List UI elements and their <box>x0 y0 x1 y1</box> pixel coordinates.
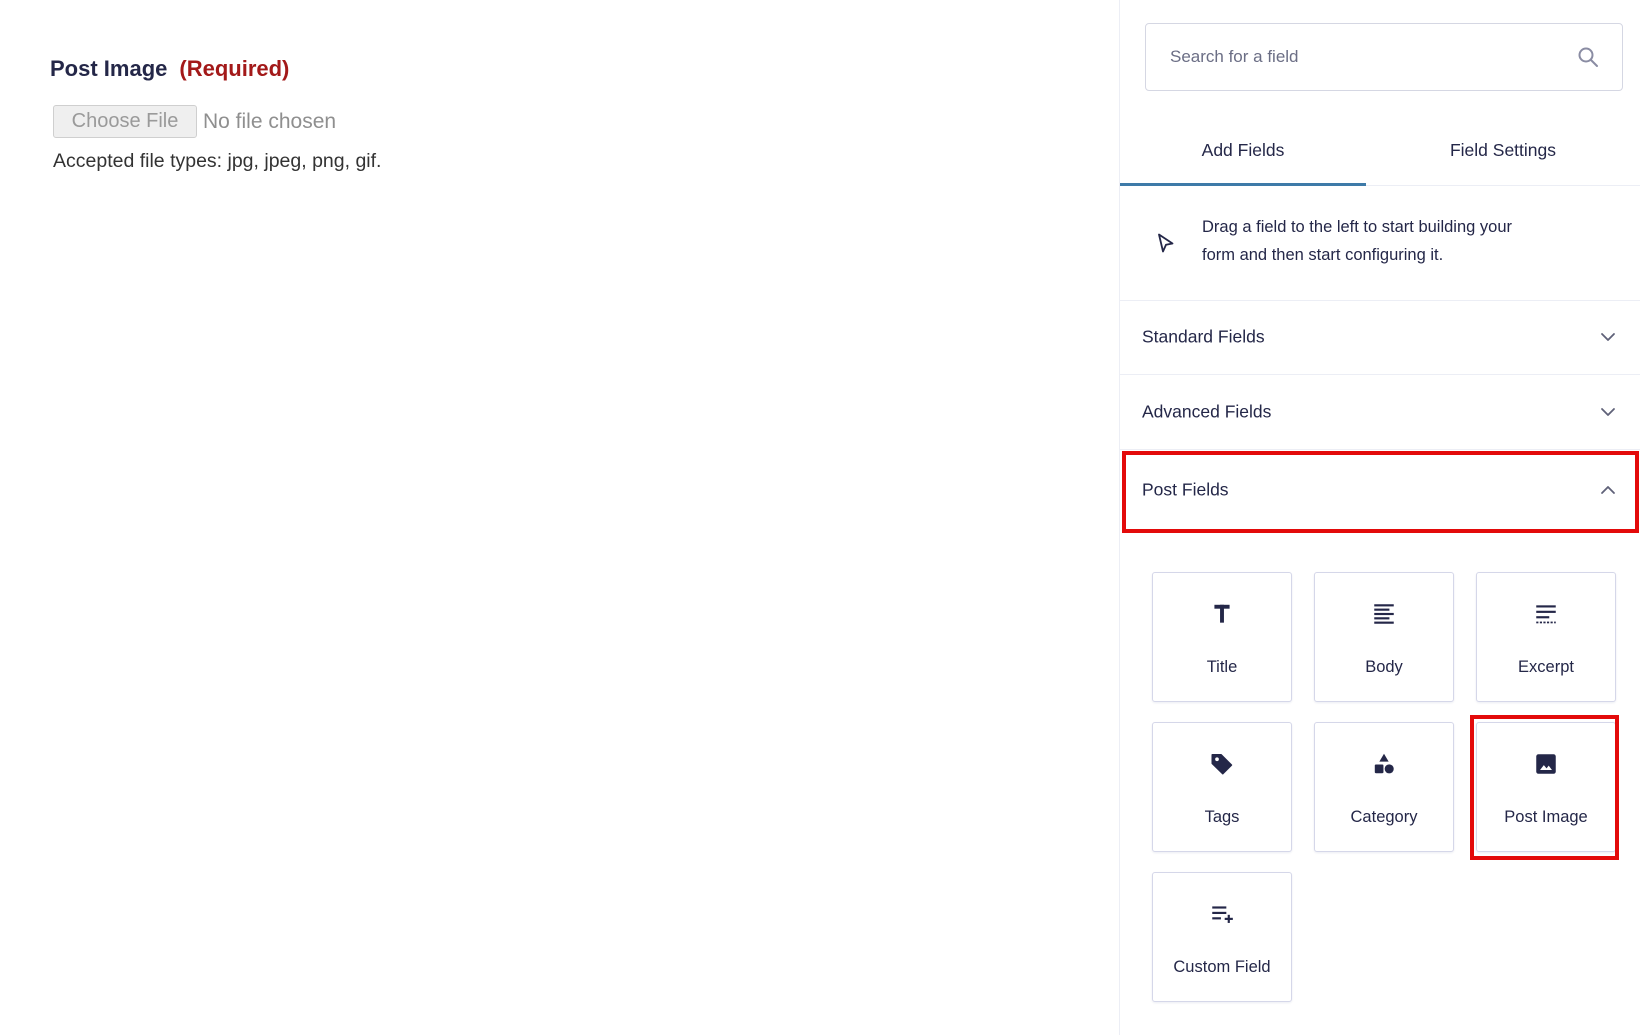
tab-label: Add Fields <box>1201 139 1285 160</box>
field-sidebar: Add Fields Field Settings Drag a field t… <box>1119 0 1640 1035</box>
tile-label: Body <box>1365 658 1403 676</box>
field-search <box>1145 23 1623 91</box>
body-icon <box>1374 604 1394 624</box>
field-tile-body[interactable]: Body <box>1314 572 1454 702</box>
cursor-icon <box>1158 233 1174 253</box>
custom-field-icon <box>1212 906 1233 923</box>
tab-field-settings[interactable]: Field Settings <box>1366 115 1640 185</box>
search-icon <box>1578 47 1598 67</box>
accepted-file-types: Accepted file types: jpg, jpeg, png, gif… <box>53 150 382 172</box>
post-fields-grid: Title Body Excerpt Tags Category Post Im… <box>1152 572 1619 1002</box>
sidebar-tabs: Add Fields Field Settings <box>1120 115 1640 186</box>
field-tile-tags[interactable]: Tags <box>1152 722 1292 852</box>
chevron-down-icon <box>1601 333 1615 341</box>
image-icon <box>1536 754 1556 774</box>
file-upload: Choose File No file chosen <box>53 105 336 138</box>
chevron-down-icon <box>1601 408 1615 416</box>
tile-label: Tags <box>1204 808 1240 826</box>
field-label-text: Post Image <box>50 56 168 81</box>
required-indicator: (Required) <box>179 56 290 81</box>
hint-line: form and then start configuring it. <box>1202 246 1444 264</box>
post-image-field-label: Post Image (Required) <box>50 55 289 83</box>
chevron-up-icon <box>1601 485 1615 494</box>
title-icon <box>1214 604 1230 623</box>
hint-text: Drag a field to the left to start buildi… <box>1202 213 1512 269</box>
section-post-fields[interactable]: Post Fields <box>1120 451 1640 533</box>
field-tile-excerpt[interactable]: Excerpt <box>1476 572 1616 702</box>
tab-add-fields[interactable]: Add Fields <box>1120 115 1366 186</box>
section-advanced-fields[interactable]: Advanced Fields <box>1120 375 1640 450</box>
tile-label: Post Image <box>1504 808 1588 826</box>
category-icon <box>1374 753 1394 774</box>
excerpt-icon <box>1536 605 1556 624</box>
field-tile-custom-field[interactable]: Custom Field <box>1152 872 1292 1002</box>
tile-label: Category <box>1350 808 1418 826</box>
form-preview: Post Image (Required) Choose File No file… <box>0 0 1119 1035</box>
field-tile-post-image[interactable]: Post Image <box>1470 715 1619 860</box>
tile-label: Excerpt <box>1518 658 1574 676</box>
section-label: Advanced Fields <box>1142 401 1272 422</box>
section-standard-fields[interactable]: Standard Fields <box>1120 300 1640 375</box>
field-tile-category[interactable]: Category <box>1314 722 1454 852</box>
section-label: Post Fields <box>1142 479 1229 499</box>
file-status: No file chosen <box>203 109 337 133</box>
section-label: Standard Fields <box>1142 326 1265 347</box>
tile-label: Title <box>1206 658 1238 676</box>
search-input[interactable] <box>1146 24 1546 90</box>
field-tile-title[interactable]: Title <box>1152 572 1292 702</box>
tab-label: Field Settings <box>1449 139 1557 160</box>
tile-label: Custom Field <box>1173 958 1271 976</box>
drag-hint: Drag a field to the left to start buildi… <box>1120 186 1640 301</box>
choose-file-button[interactable]: Choose File <box>53 105 197 138</box>
hint-line: Drag a field to the left to start buildi… <box>1202 218 1513 236</box>
tag-icon <box>1211 754 1233 775</box>
form-editor: Post Image (Required) Choose File No file… <box>0 0 1640 1035</box>
